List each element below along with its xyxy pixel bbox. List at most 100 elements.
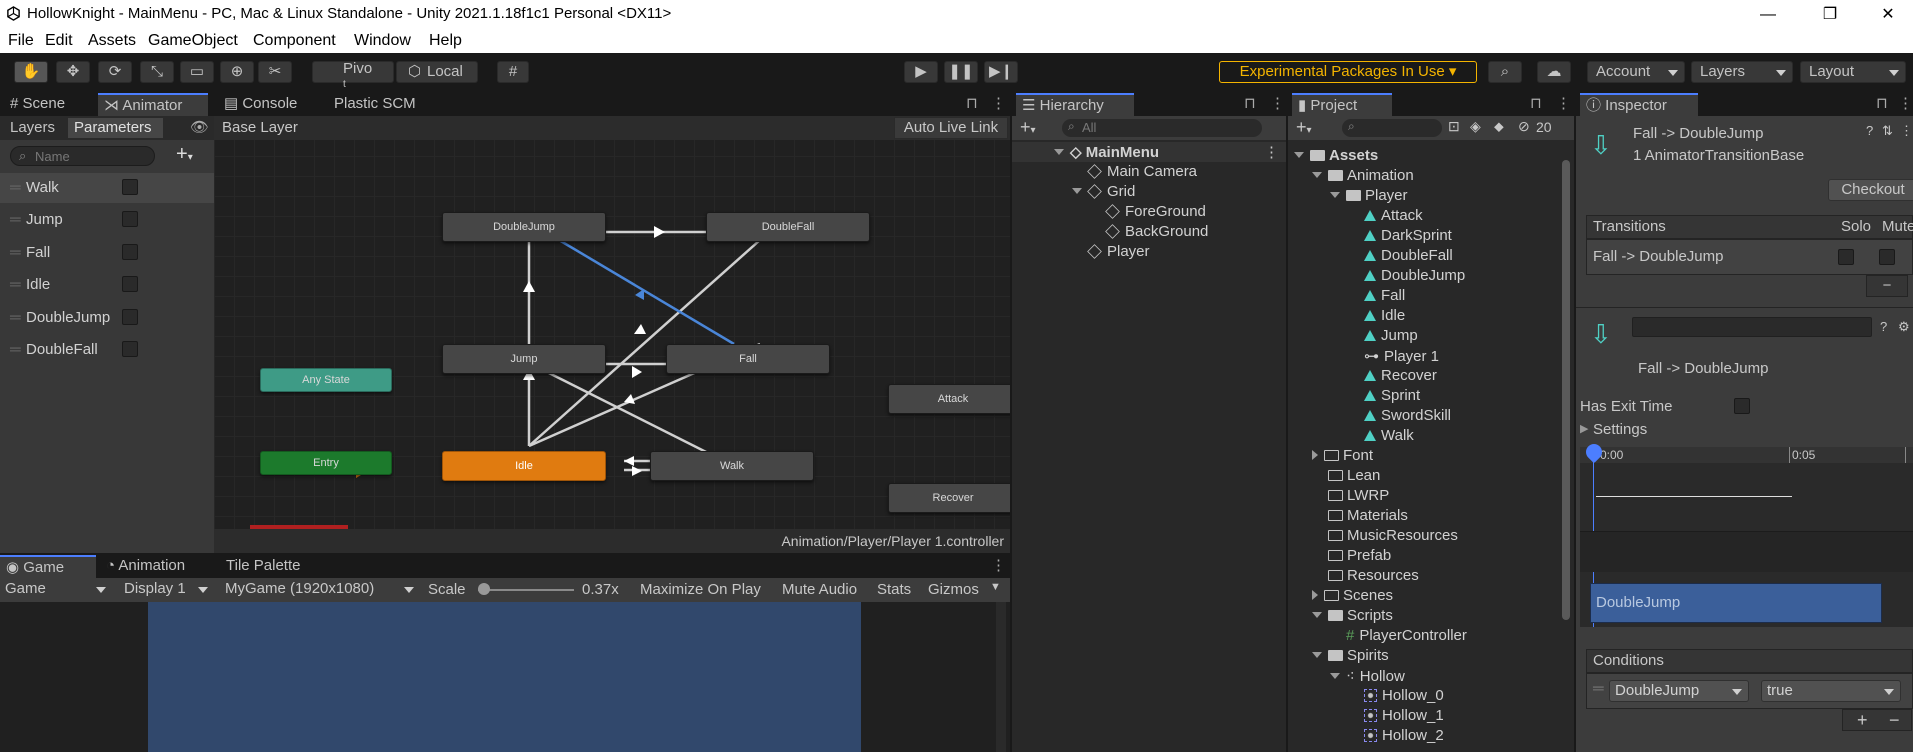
asset-clip-sprint[interactable]: Sprint <box>1364 387 1420 404</box>
hierarchy-item-main-camera[interactable]: Main Camera <box>1087 163 1197 180</box>
folder-prefab[interactable]: Prefab <box>1328 547 1391 564</box>
asset-clip-fall[interactable]: Fall <box>1364 287 1405 304</box>
collapse-arrow-icon[interactable] <box>1312 590 1318 600</box>
rotate-tool-icon[interactable]: ⟳ <box>98 61 132 83</box>
close-button[interactable]: ✕ <box>1866 2 1910 28</box>
asset-clip-darksprint[interactable]: DarkSprint <box>1364 227 1452 244</box>
param-doublejump-checkbox[interactable] <box>122 309 138 325</box>
cloud-icon[interactable]: ☁ <box>1537 61 1571 83</box>
folder-player[interactable]: Player <box>1330 187 1408 204</box>
checkout-button[interactable]: Checkout <box>1828 179 1913 201</box>
scale-tool-icon[interactable]: ⤡ <box>140 61 174 83</box>
project-search-input[interactable]: ⌕ <box>1342 119 1442 137</box>
expand-arrow-icon[interactable] <box>1312 652 1322 658</box>
settings-foldout[interactable]: Settings <box>1593 421 1647 438</box>
menu-file[interactable]: File <box>8 32 34 50</box>
param-idle[interactable]: Idle <box>26 276 50 293</box>
layers-dropdown[interactable]: Layers <box>1691 61 1793 83</box>
resolution-dropdown[interactable]: MyGame (1920x1080) <box>220 579 420 601</box>
state-doublejump[interactable]: DoubleJump <box>442 212 606 242</box>
transition-name-input[interactable] <box>1632 317 1872 337</box>
param-idle-checkbox[interactable] <box>122 276 138 292</box>
play-button[interactable]: ▶ <box>904 61 938 83</box>
chevron-down-icon[interactable]: ▼ <box>990 581 1001 593</box>
asset-clip-idle[interactable]: Idle <box>1364 307 1405 324</box>
drag-handle-icon[interactable]: ═ <box>10 276 21 293</box>
transform-tool-icon[interactable]: ⊕ <box>220 61 254 83</box>
state-any-state[interactable]: Any State <box>260 368 392 392</box>
account-dropdown[interactable]: Account <box>1587 61 1685 83</box>
transition-timeline[interactable]: 0:00 0:05 DoubleJump <box>1580 440 1913 627</box>
game-view[interactable] <box>0 602 1010 752</box>
asset-clip-attack[interactable]: Attack <box>1364 207 1423 224</box>
asset-clip-jump[interactable]: Jump <box>1364 327 1418 344</box>
asset-sprite-hollow-0[interactable]: Hollow_0 <box>1364 687 1444 704</box>
lock-icon[interactable]: ⊓ <box>1870 93 1890 116</box>
eye-icon[interactable]: 👁 <box>190 118 209 136</box>
lock-icon[interactable]: ⊓ <box>1238 93 1258 116</box>
minimize-button[interactable]: — <box>1746 2 1790 28</box>
hierarchy-item-foreground[interactable]: ForeGround <box>1105 203 1206 220</box>
state-recover[interactable]: Recover <box>888 483 1010 513</box>
expand-arrow-icon[interactable] <box>1054 149 1064 155</box>
menu-gameobject[interactable]: GameObject <box>148 32 238 50</box>
asset-script-playercontroller[interactable]: # PlayerController <box>1346 627 1467 644</box>
has-exit-time-checkbox[interactable] <box>1734 398 1750 414</box>
pause-button[interactable]: ❚❚ <box>944 61 978 83</box>
step-button[interactable]: ▶❙ <box>984 61 1018 83</box>
tab-game[interactable]: ◉ Game <box>0 555 96 578</box>
more-menu-icon[interactable]: ⋮ <box>1892 93 1913 116</box>
menu-window[interactable]: Window <box>354 32 411 50</box>
folder-scripts[interactable]: Scripts <box>1312 607 1393 624</box>
menu-help[interactable]: Help <box>429 32 462 50</box>
expand-arrow-icon[interactable] <box>1312 172 1322 178</box>
hand-tool-icon[interactable]: ✋ <box>14 61 48 83</box>
create-asset-button[interactable]: +▾ <box>1296 117 1312 138</box>
search-icon[interactable]: ⌕ <box>1488 61 1522 83</box>
hidden-packages-icon[interactable]: ⊘ <box>1518 118 1530 135</box>
mute-checkbox[interactable] <box>1879 249 1895 265</box>
help-icon[interactable]: ? <box>1866 123 1873 138</box>
game-mode-dropdown[interactable]: Game <box>0 579 112 601</box>
scale-slider-handle[interactable] <box>478 583 490 595</box>
param-doublefall[interactable]: DoubleFall <box>26 341 98 358</box>
experimental-packages-badge[interactable]: Experimental Packages In Use ▾ <box>1219 61 1477 83</box>
collapse-arrow-icon[interactable] <box>1312 450 1318 460</box>
layout-dropdown[interactable]: Layout <box>1800 61 1906 83</box>
param-jump-checkbox[interactable] <box>122 211 138 227</box>
state-entry[interactable]: Entry <box>260 451 392 475</box>
settings-gear-icon[interactable]: ⚙ <box>1898 319 1910 335</box>
favorites-icon[interactable]: ⬥ <box>1494 118 1504 135</box>
hierarchy-item-grid[interactable]: Grid <box>1072 183 1135 200</box>
state-doublefall[interactable]: DoubleFall <box>706 212 870 242</box>
state-jump[interactable]: Jump <box>442 344 606 374</box>
folder-materials[interactable]: Materials <box>1328 507 1408 524</box>
presets-icon[interactable]: ⇅ <box>1882 123 1893 139</box>
move-tool-icon[interactable]: ✥ <box>56 61 90 83</box>
help-icon[interactable]: ? <box>1880 319 1887 334</box>
folder-resources[interactable]: Resources <box>1328 567 1419 584</box>
param-doublejump[interactable]: DoubleJump <box>26 309 110 326</box>
expand-arrow-icon[interactable] <box>1312 612 1322 618</box>
add-object-button[interactable]: +▾ <box>1020 117 1036 138</box>
local-toggle[interactable]: ⬡ Local <box>396 61 478 83</box>
expand-arrow-icon[interactable] <box>1072 188 1082 194</box>
solo-checkbox[interactable] <box>1838 249 1854 265</box>
remove-transition-button[interactable]: − <box>1866 275 1908 297</box>
state-walk[interactable]: Walk <box>650 451 814 481</box>
more-menu-icon[interactable]: ⋮ <box>1550 93 1571 116</box>
rect-tool-icon[interactable]: ▭ <box>180 61 214 83</box>
maximize-on-play-toggle[interactable]: Maximize On Play <box>640 581 761 598</box>
more-menu-icon[interactable]: ⋮ <box>1264 93 1285 116</box>
mute-audio-toggle[interactable]: Mute Audio <box>782 581 857 598</box>
folder-animation[interactable]: Animation <box>1312 167 1414 184</box>
asset-clip-walk[interactable]: Walk <box>1364 427 1414 444</box>
tab-hierarchy[interactable]: ☰ Hierarchy <box>1016 93 1134 116</box>
tab-plastic-scm[interactable]: Plastic SCM <box>328 93 468 116</box>
asset-clip-doublejump[interactable]: DoubleJump <box>1364 267 1465 284</box>
expand-arrow-icon[interactable] <box>1330 192 1340 198</box>
maximize-button[interactable]: ❐ <box>1808 2 1852 28</box>
scale-slider-track[interactable] <box>478 589 574 591</box>
param-fall[interactable]: Fall <box>26 244 50 261</box>
project-scrollbar-thumb[interactable] <box>1562 160 1570 620</box>
